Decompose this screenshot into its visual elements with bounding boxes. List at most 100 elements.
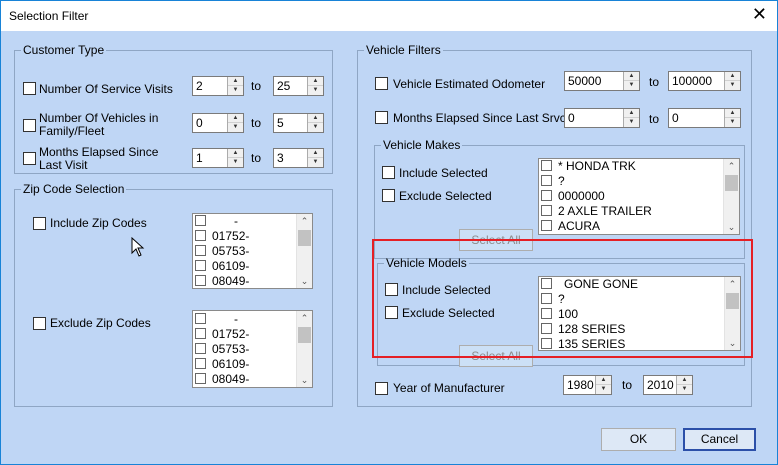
spinner-up-icon[interactable]: ▲ — [228, 77, 243, 86]
scroll-thumb[interactable] — [298, 327, 311, 343]
item-checkbox[interactable] — [541, 190, 552, 201]
list-item-label: 06109- — [212, 259, 250, 273]
list-item[interactable]: 05753- — [195, 244, 249, 259]
months-elapsed-checkbox[interactable] — [375, 111, 388, 124]
scroll-thumb[interactable] — [298, 230, 311, 246]
spinner-down-icon[interactable]: ▼ — [228, 123, 243, 132]
scroll-up-icon[interactable]: ⌃ — [724, 159, 739, 173]
list-item[interactable]: 06109- — [195, 357, 249, 372]
list-item[interactable]: 0000000 — [541, 189, 605, 204]
spinner-up-icon[interactable]: ▲ — [624, 72, 639, 81]
makes-exclude-checkbox[interactable] — [382, 189, 395, 202]
spinner-up-icon[interactable]: ▲ — [725, 109, 740, 118]
list-scrollbar[interactable]: ⌃ ⌄ — [296, 214, 312, 288]
list-item[interactable]: * HONDA TRK — [541, 159, 636, 174]
list-item[interactable]: 08049- — [195, 274, 249, 288]
vehicles-in-family-checkbox[interactable] — [23, 119, 36, 132]
exclude-zip-checkbox[interactable] — [33, 317, 46, 330]
spinner-down-icon[interactable]: ▼ — [308, 86, 323, 95]
makes-include-checkbox[interactable] — [382, 166, 395, 179]
spinner-down-icon[interactable]: ▼ — [725, 118, 740, 127]
list-item[interactable]: 01752- — [195, 229, 249, 244]
list-item-label: * HONDA TRK — [558, 159, 636, 173]
item-checkbox[interactable] — [195, 343, 206, 354]
spinner-down-icon[interactable]: ▼ — [308, 123, 323, 132]
ok-button[interactable]: OK — [601, 428, 676, 451]
spinner-up-icon[interactable]: ▲ — [308, 149, 323, 158]
spinner-down-icon[interactable]: ▼ — [624, 118, 639, 127]
year-to-spinner[interactable]: 2010 ▲ ▼ — [643, 375, 693, 395]
scroll-down-icon[interactable]: ⌄ — [297, 373, 312, 387]
odometer-from-spinner[interactable]: 50000 ▲ ▼ — [564, 71, 640, 91]
months-since-visit-to-spinner[interactable]: 3 ▲ ▼ — [273, 148, 324, 168]
makes-list[interactable]: * HONDA TRK ? 0000000 2 AXLE TRAILER ACU… — [538, 158, 740, 235]
spinner-down-icon[interactable]: ▼ — [228, 86, 243, 95]
spinner-down-icon[interactable]: ▼ — [725, 81, 740, 90]
list-item[interactable]: - — [195, 312, 238, 327]
spinner-down-icon[interactable]: ▼ — [228, 158, 243, 167]
scroll-down-icon[interactable]: ⌄ — [297, 274, 312, 288]
list-item[interactable]: ? — [541, 174, 565, 189]
spinner-up-icon[interactable]: ▲ — [228, 149, 243, 158]
zip-code-legend: Zip Code Selection — [23, 182, 125, 196]
spinner-up-icon[interactable]: ▲ — [725, 72, 740, 81]
item-checkbox[interactable] — [541, 205, 552, 216]
service-visits-checkbox[interactable] — [23, 82, 36, 95]
months-elapsed-to-spinner[interactable]: 0 ▲ ▼ — [668, 108, 741, 128]
include-zip-checkbox[interactable] — [33, 217, 46, 230]
odometer-checkbox[interactable] — [375, 77, 388, 90]
include-zip-list[interactable]: - 01752- 05753- 06109- 08049- ⌃ ⌄ — [192, 213, 313, 289]
item-checkbox[interactable] — [195, 215, 206, 226]
scroll-down-icon[interactable]: ⌄ — [724, 220, 739, 234]
spinner-up-icon[interactable]: ▲ — [228, 114, 243, 123]
spinner-down-icon[interactable]: ▼ — [624, 81, 639, 90]
to-label: to — [649, 75, 660, 89]
list-item[interactable]: 2 AXLE TRAILER — [541, 204, 652, 219]
close-icon[interactable]: ✕ — [752, 4, 767, 25]
scroll-up-icon[interactable]: ⌃ — [297, 214, 312, 228]
spinner-up-icon[interactable]: ▲ — [308, 77, 323, 86]
service-visits-from-spinner[interactable]: 2 ▲ ▼ — [192, 76, 244, 96]
list-item-label: - — [234, 214, 238, 228]
year-from-spinner[interactable]: 1980 ▲ ▼ — [563, 375, 612, 395]
scroll-up-icon[interactable]: ⌃ — [297, 311, 312, 325]
item-checkbox[interactable] — [195, 328, 206, 339]
item-checkbox[interactable] — [541, 160, 552, 171]
service-visits-to-spinner[interactable]: 25 ▲ ▼ — [273, 76, 324, 96]
year-checkbox[interactable] — [375, 382, 388, 395]
scroll-thumb[interactable] — [725, 175, 738, 191]
spinner-up-icon[interactable]: ▲ — [677, 376, 692, 385]
list-item[interactable]: ACURA — [541, 219, 600, 234]
months-since-visit-checkbox[interactable] — [23, 152, 36, 165]
spinner-up-icon[interactable]: ▲ — [308, 114, 323, 123]
odometer-to-spinner[interactable]: 100000 ▲ ▼ — [668, 71, 741, 91]
list-item[interactable]: 01752- — [195, 327, 249, 342]
cancel-button[interactable]: Cancel — [683, 428, 756, 451]
list-item-label: 2 AXLE TRAILER — [558, 204, 652, 218]
item-checkbox[interactable] — [195, 275, 206, 286]
exclude-zip-list[interactable]: - 01752- 05753- 06109- 08049- ⌃ ⌄ — [192, 310, 313, 388]
item-checkbox[interactable] — [195, 313, 206, 324]
list-item[interactable]: 08049- — [195, 372, 249, 387]
item-checkbox[interactable] — [541, 220, 552, 231]
item-checkbox[interactable] — [195, 260, 206, 271]
spinner-up-icon[interactable]: ▲ — [624, 109, 639, 118]
list-item[interactable]: - — [195, 214, 238, 229]
spinner-down-icon[interactable]: ▼ — [308, 158, 323, 167]
vehicles-in-family-to-spinner[interactable]: 5 ▲ ▼ — [273, 113, 324, 133]
item-checkbox[interactable] — [195, 245, 206, 256]
spinner-up-icon[interactable]: ▲ — [596, 376, 611, 385]
list-scrollbar[interactable]: ⌃ ⌄ — [296, 311, 312, 387]
list-scrollbar[interactable]: ⌃ ⌄ — [723, 159, 739, 234]
months-elapsed-from-spinner[interactable]: 0 ▲ ▼ — [564, 108, 640, 128]
item-checkbox[interactable] — [541, 175, 552, 186]
item-checkbox[interactable] — [195, 358, 206, 369]
spinner-down-icon[interactable]: ▼ — [677, 385, 692, 394]
list-item[interactable]: 05753- — [195, 342, 249, 357]
vehicles-in-family-from-spinner[interactable]: 0 ▲ ▼ — [192, 113, 244, 133]
months-since-visit-from-spinner[interactable]: 1 ▲ ▼ — [192, 148, 244, 168]
item-checkbox[interactable] — [195, 373, 206, 384]
spinner-down-icon[interactable]: ▼ — [596, 385, 611, 394]
list-item[interactable]: 06109- — [195, 259, 249, 274]
item-checkbox[interactable] — [195, 230, 206, 241]
